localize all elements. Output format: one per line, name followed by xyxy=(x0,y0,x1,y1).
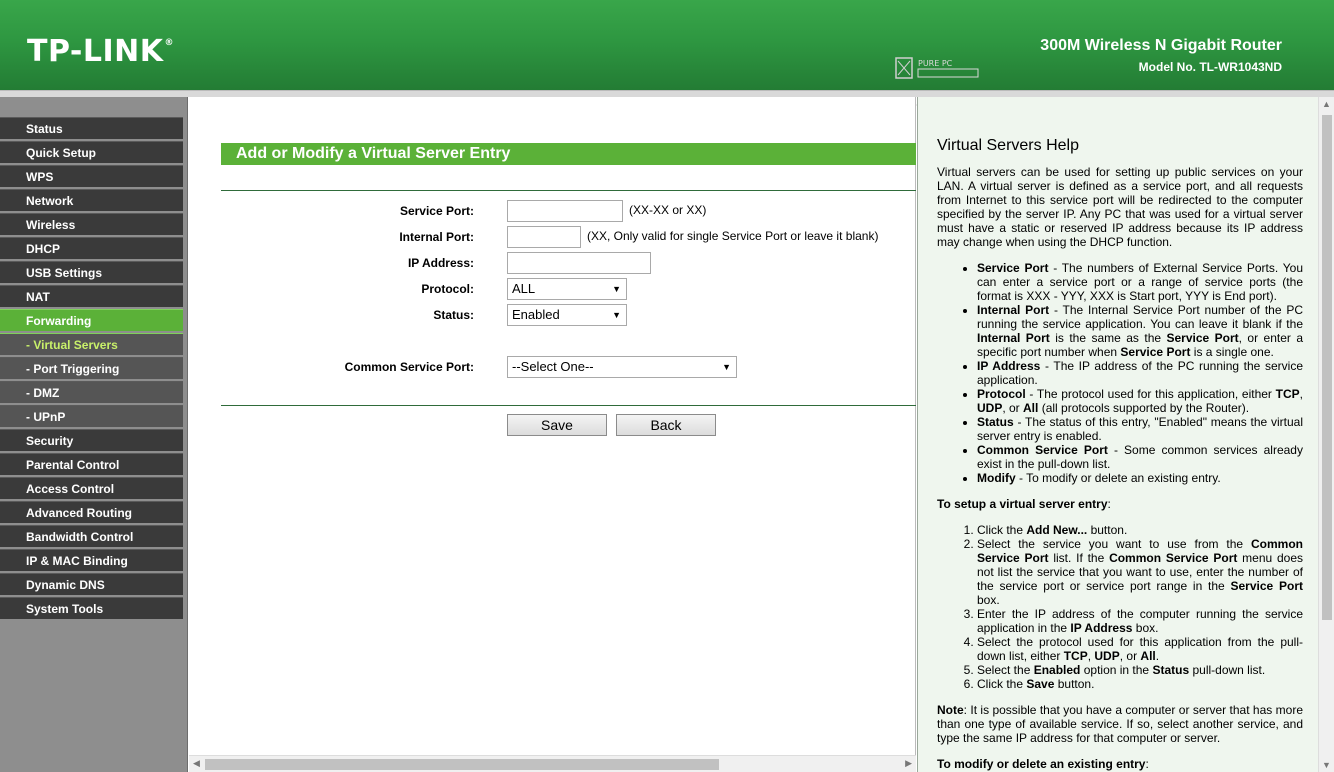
sidebar-item-wireless[interactable]: Wireless xyxy=(0,213,183,235)
sidebar-item-forwarding[interactable]: Forwarding xyxy=(0,309,183,331)
divider-bottom xyxy=(221,405,916,406)
list-item: Click the Add New... button. xyxy=(977,523,1303,537)
sidebar-item-nat[interactable]: NAT xyxy=(0,285,183,307)
list-item: Select the Enabled option in the Status … xyxy=(977,663,1303,677)
sidebar-item-security[interactable]: Security xyxy=(0,429,183,451)
list-item: Internal Port - The Internal Service Por… xyxy=(977,303,1303,359)
sidebar-item-dhcp[interactable]: DHCP xyxy=(0,237,183,259)
sidebar-item-ip-mac-binding[interactable]: IP & MAC Binding xyxy=(0,549,183,571)
list-item: Modify - To modify or delete an existing… xyxy=(977,471,1303,485)
sidebar-item-quick-setup[interactable]: Quick Setup xyxy=(0,141,183,163)
divider-top xyxy=(221,190,916,191)
list-item: Enter the IP address of the computer run… xyxy=(977,607,1303,635)
sidebar-item-usb-settings[interactable]: USB Settings xyxy=(0,261,183,283)
list-item: Status - The status of this entry, "Enab… xyxy=(977,415,1303,443)
protocol-label: Protocol: xyxy=(421,282,474,296)
service-port-label: Service Port: xyxy=(399,204,474,218)
list-item: IP Address - The IP address of the PC ru… xyxy=(977,359,1303,387)
save-button[interactable]: Save xyxy=(507,414,607,436)
scroll-down-icon[interactable]: ▼ xyxy=(1322,760,1331,770)
scrollbar-thumb[interactable] xyxy=(1322,115,1332,620)
main-content: Add or Modify a Virtual Server Entry Ser… xyxy=(189,97,916,772)
page-title: Add or Modify a Virtual Server Entry xyxy=(221,143,916,165)
sidebar-item-network[interactable]: Network xyxy=(0,189,183,211)
internal-port-label: Internal Port: xyxy=(399,230,474,244)
sidebar-item-virtual-servers[interactable]: - Virtual Servers xyxy=(0,333,183,355)
help-title: Virtual Servers Help xyxy=(937,137,1079,154)
sidebar-menu: Status Quick Setup WPS Network Wireless … xyxy=(0,97,188,772)
sidebar-item-upnp[interactable]: - UPnP xyxy=(0,405,183,427)
header-banner: TP-LINK® PURE PC 300M Wireless N Gigabit… xyxy=(0,0,1334,106)
scroll-left-icon[interactable]: ◀ xyxy=(193,758,200,769)
modify-heading: To modify or delete an existing entry: xyxy=(937,757,1149,771)
sidebar-item-port-triggering[interactable]: - Port Triggering xyxy=(0,357,183,379)
common-service-port-select-value: --Select One-- xyxy=(512,359,594,374)
tp-link-logo: TP-LINK® xyxy=(27,34,175,69)
chevron-down-icon: ▼ xyxy=(612,310,621,320)
scroll-up-icon[interactable]: ▲ xyxy=(1322,99,1331,109)
service-port-hint: (XX-XX or XX) xyxy=(629,203,707,217)
list-item: Click the Save button. xyxy=(977,677,1303,691)
list-item: Select the service you want to use from … xyxy=(977,537,1303,607)
sidebar-item-dynamic-dns[interactable]: Dynamic DNS xyxy=(0,573,183,595)
common-service-port-label: Common Service Port: xyxy=(344,360,474,374)
horizontal-scrollbar[interactable]: ◀ ▶ xyxy=(189,755,916,772)
sidebar-item-parental-control[interactable]: Parental Control xyxy=(0,453,183,475)
list-item: Service Port - The numbers of External S… xyxy=(977,261,1303,303)
internal-port-hint: (XX, Only valid for single Service Port … xyxy=(587,229,879,243)
sidebar-item-advanced-routing[interactable]: Advanced Routing xyxy=(0,501,183,523)
model-number: Model No. TL-WR1043ND xyxy=(1138,60,1282,74)
vertical-scrollbar[interactable]: ▲ ▼ xyxy=(1318,97,1334,772)
sidebar-item-access-control[interactable]: Access Control xyxy=(0,477,183,499)
product-name: 300M Wireless N Gigabit Router xyxy=(1040,37,1282,54)
ip-address-label: IP Address: xyxy=(407,256,474,270)
sidebar-item-system-tools[interactable]: System Tools xyxy=(0,597,183,619)
status-select[interactable]: Enabled ▼ xyxy=(507,304,627,326)
help-panel: Virtual Servers Help Virtual servers can… xyxy=(917,97,1318,772)
setup-steps: Click the Add New... button. Select the … xyxy=(977,523,1303,691)
help-intro: Virtual servers can be used for setting … xyxy=(937,165,1303,249)
sidebar-item-bandwidth-control[interactable]: Bandwidth Control xyxy=(0,525,183,547)
list-item: Protocol - The protocol used for this ap… xyxy=(977,387,1303,415)
header-divider xyxy=(0,90,1334,97)
setup-heading: To setup a virtual server entry: xyxy=(937,497,1111,511)
watermark-text: PURE PC xyxy=(918,59,953,68)
service-port-input[interactable] xyxy=(507,200,623,222)
scroll-right-icon[interactable]: ▶ xyxy=(905,758,912,769)
ip-address-input[interactable] xyxy=(507,252,651,274)
list-item: Common Service Port - Some common servic… xyxy=(977,443,1303,471)
help-note: Note: It is possible that you have a com… xyxy=(937,703,1303,745)
common-service-port-select[interactable]: --Select One-- ▼ xyxy=(507,356,737,378)
sidebar-item-wps[interactable]: WPS xyxy=(0,165,183,187)
sidebar-item-dmz[interactable]: - DMZ xyxy=(0,381,183,403)
status-label: Status: xyxy=(433,308,474,322)
protocol-select-value: ALL xyxy=(512,281,536,296)
scrollbar-thumb[interactable] xyxy=(205,759,719,770)
help-field-list: Service Port - The numbers of External S… xyxy=(977,261,1303,485)
list-item: Select the protocol used for this applic… xyxy=(977,635,1303,663)
back-button[interactable]: Back xyxy=(616,414,716,436)
status-select-value: Enabled xyxy=(512,307,560,322)
internal-port-input[interactable] xyxy=(507,226,581,248)
chevron-down-icon: ▼ xyxy=(612,284,621,294)
sidebar-item-status[interactable]: Status xyxy=(0,117,183,139)
chevron-down-icon: ▼ xyxy=(722,362,731,372)
protocol-select[interactable]: ALL ▼ xyxy=(507,278,627,300)
